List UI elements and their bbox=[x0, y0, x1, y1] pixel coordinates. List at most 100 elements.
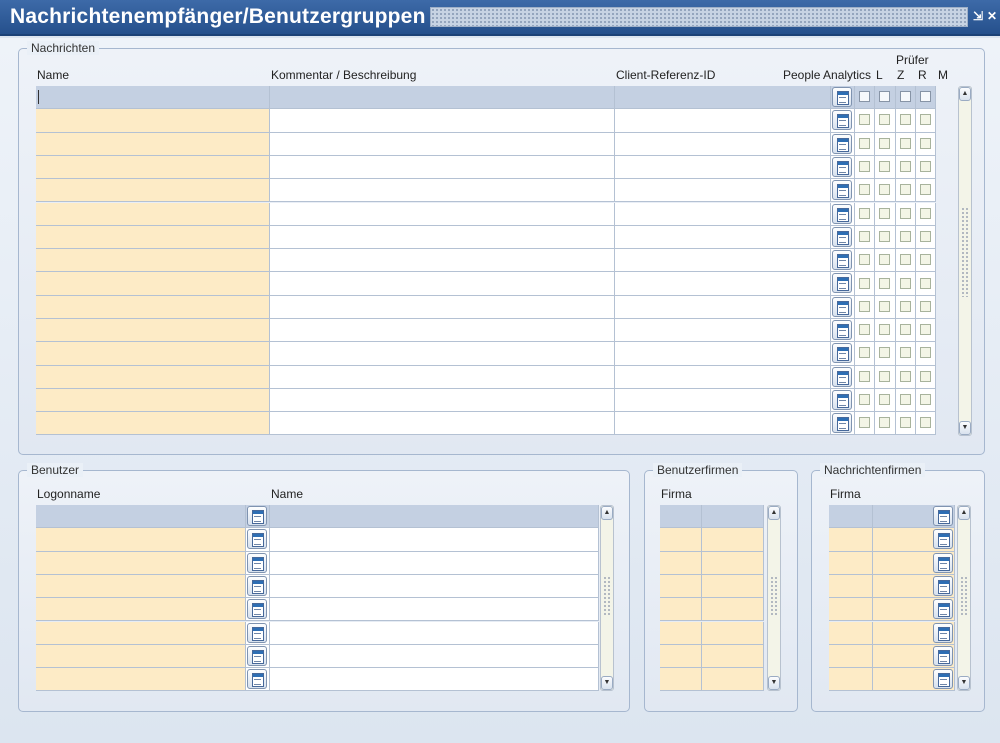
people-analytics-cell[interactable] bbox=[831, 155, 855, 180]
list-of-values-button[interactable] bbox=[832, 203, 852, 224]
name-cell[interactable] bbox=[36, 249, 270, 273]
people-analytics-cell[interactable] bbox=[831, 388, 855, 413]
firma-name-cell[interactable] bbox=[702, 528, 764, 552]
name-cell[interactable] bbox=[36, 365, 270, 389]
list-of-values-button[interactable] bbox=[832, 366, 852, 387]
benutzerfirmen-scrollbar[interactable]: ▲ ▼ bbox=[767, 505, 781, 691]
checkbox-z-checkbox[interactable] bbox=[879, 300, 890, 312]
firma-name-cell[interactable] bbox=[702, 621, 764, 645]
kommentar-cell[interactable] bbox=[270, 342, 615, 366]
checkbox-m-checkbox[interactable] bbox=[919, 161, 931, 173]
kommentar-cell[interactable] bbox=[270, 295, 615, 319]
kommentar-cell[interactable] bbox=[270, 202, 615, 226]
name-cell[interactable] bbox=[36, 202, 270, 226]
checkbox-l-checkbox[interactable] bbox=[858, 300, 870, 312]
people-analytics-cell[interactable] bbox=[831, 412, 855, 436]
client-ref-cell[interactable] bbox=[615, 319, 831, 343]
kommentar-cell[interactable] bbox=[270, 86, 615, 110]
kommentar-cell[interactable] bbox=[270, 319, 615, 343]
logonname-cell[interactable] bbox=[36, 505, 246, 529]
people-analytics-cell[interactable] bbox=[831, 202, 855, 226]
benutzer-name-cell[interactable] bbox=[270, 551, 599, 575]
scroll-thumb[interactable] bbox=[770, 576, 778, 616]
list-of-values-button[interactable] bbox=[247, 622, 267, 643]
list-of-values-button[interactable] bbox=[247, 669, 267, 690]
checkbox-r-checkbox[interactable] bbox=[899, 300, 911, 312]
list-of-values-button[interactable] bbox=[247, 529, 267, 550]
checkbox-r-checkbox[interactable] bbox=[899, 370, 911, 382]
kommentar-cell[interactable] bbox=[270, 249, 615, 273]
checkbox-l-checkbox[interactable] bbox=[858, 254, 870, 266]
checkbox-r-checkbox[interactable] bbox=[899, 254, 911, 266]
kommentar-cell[interactable] bbox=[270, 155, 615, 180]
scroll-up-button[interactable]: ▲ bbox=[959, 87, 971, 101]
checkbox-l-checkbox[interactable] bbox=[858, 417, 870, 429]
people-analytics-cell[interactable] bbox=[831, 86, 855, 110]
firma-name-cell[interactable] bbox=[873, 644, 955, 669]
nachrichten-scrollbar[interactable]: ▲ ▼ bbox=[958, 86, 972, 436]
kommentar-cell[interactable] bbox=[270, 388, 615, 413]
scroll-down-button[interactable]: ▼ bbox=[959, 421, 971, 435]
people-analytics-cell[interactable] bbox=[831, 365, 855, 389]
scroll-up-button[interactable]: ▲ bbox=[601, 506, 613, 520]
firma-name-cell[interactable] bbox=[702, 668, 764, 692]
kommentar-cell[interactable] bbox=[270, 132, 615, 156]
firma-cell[interactable] bbox=[829, 668, 873, 692]
client-ref-cell[interactable] bbox=[615, 249, 831, 273]
firma-name-cell[interactable] bbox=[873, 505, 955, 529]
logonname-cell[interactable] bbox=[36, 551, 246, 575]
firma-cell[interactable] bbox=[829, 574, 873, 599]
people-analytics-cell[interactable] bbox=[831, 295, 855, 319]
firma-cell[interactable] bbox=[829, 551, 873, 575]
checkbox-l-checkbox[interactable] bbox=[858, 114, 870, 126]
name-cell[interactable] bbox=[36, 86, 270, 110]
list-of-values-button[interactable] bbox=[247, 575, 267, 596]
list-of-values-button[interactable] bbox=[933, 645, 953, 666]
logonname-lov-cell[interactable] bbox=[246, 668, 270, 692]
list-of-values-button[interactable] bbox=[247, 599, 267, 620]
logonname-cell[interactable] bbox=[36, 528, 246, 552]
firma-cell[interactable] bbox=[660, 551, 702, 575]
people-analytics-cell[interactable] bbox=[831, 132, 855, 156]
name-cell[interactable] bbox=[36, 272, 270, 296]
checkbox-m-checkbox[interactable] bbox=[919, 347, 931, 359]
benutzer-scrollbar[interactable]: ▲ ▼ bbox=[600, 505, 614, 691]
firma-cell[interactable] bbox=[660, 528, 702, 552]
firma-name-cell[interactable] bbox=[873, 598, 955, 622]
client-ref-cell[interactable] bbox=[615, 132, 831, 156]
list-of-values-button[interactable] bbox=[832, 413, 852, 434]
scroll-down-button[interactable]: ▼ bbox=[601, 676, 613, 690]
firma-name-cell[interactable] bbox=[873, 574, 955, 599]
nachrichtenfirmen-scrollbar[interactable]: ▲ ▼ bbox=[957, 505, 971, 691]
people-analytics-cell[interactable] bbox=[831, 179, 855, 203]
kommentar-cell[interactable] bbox=[270, 225, 615, 250]
checkbox-l-checkbox[interactable] bbox=[858, 277, 870, 289]
checkbox-m-checkbox[interactable] bbox=[919, 370, 931, 382]
name-cell[interactable] bbox=[36, 342, 270, 366]
checkbox-z-checkbox[interactable] bbox=[879, 277, 890, 289]
firma-name-cell[interactable] bbox=[702, 505, 764, 529]
list-of-values-button[interactable] bbox=[933, 599, 953, 620]
firma-cell[interactable] bbox=[660, 668, 702, 692]
firma-name-cell[interactable] bbox=[873, 621, 955, 645]
list-of-values-button[interactable] bbox=[247, 645, 267, 666]
checkbox-l-checkbox[interactable] bbox=[858, 347, 870, 359]
name-cell[interactable] bbox=[36, 179, 270, 203]
firma-name-cell[interactable] bbox=[873, 528, 955, 552]
checkbox-m-checkbox[interactable] bbox=[919, 324, 931, 336]
list-of-values-button[interactable] bbox=[832, 110, 852, 131]
list-of-values-button[interactable] bbox=[247, 552, 267, 573]
checkbox-r-checkbox[interactable] bbox=[899, 114, 911, 126]
kommentar-cell[interactable] bbox=[270, 109, 615, 133]
name-cell[interactable] bbox=[36, 109, 270, 133]
list-of-values-button[interactable] bbox=[832, 180, 852, 201]
logonname-lov-cell[interactable] bbox=[246, 505, 270, 529]
checkbox-m-checkbox[interactable] bbox=[919, 277, 931, 289]
checkbox-l-checkbox[interactable] bbox=[858, 207, 870, 219]
list-of-values-button[interactable] bbox=[832, 250, 852, 271]
kommentar-cell[interactable] bbox=[270, 365, 615, 389]
checkbox-l-checkbox[interactable] bbox=[858, 161, 870, 173]
firma-cell[interactable] bbox=[660, 505, 702, 529]
client-ref-cell[interactable] bbox=[615, 86, 831, 110]
checkbox-z-checkbox[interactable] bbox=[879, 161, 890, 173]
